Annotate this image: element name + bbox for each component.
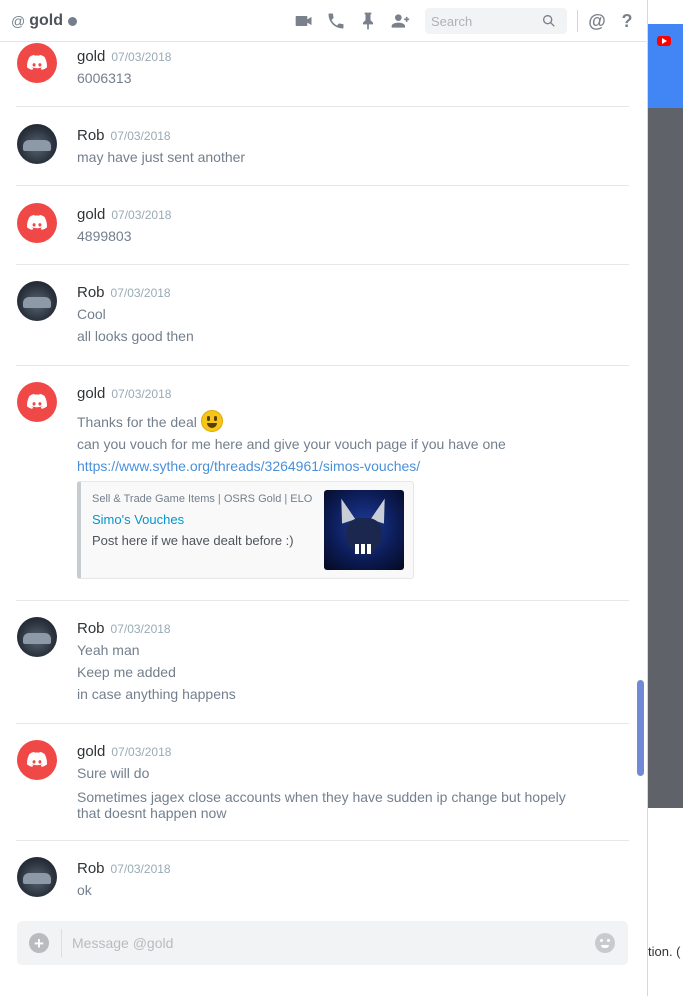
message-text: 4899803 xyxy=(77,228,132,244)
message-link-line: https://www.sythe.org/threads/3264961/si… xyxy=(77,458,420,474)
message-group: Rob 07/03/2018 ok xyxy=(16,841,629,900)
message-text: Cool xyxy=(77,306,106,322)
at-icon: @ xyxy=(11,12,26,29)
dm-panel: @ gold @ ? xyxy=(0,0,648,996)
message-text: may have just sent another xyxy=(77,149,246,165)
youtube-icon[interactable] xyxy=(657,36,671,46)
message-list: gold 07/03/2018 6006313 Rob 07/03/2018 may… xyxy=(0,43,635,900)
emoji-picker-icon[interactable] xyxy=(595,933,615,953)
message-group: Rob 07/03/2018 may have just sent another xyxy=(16,107,629,186)
search-icon[interactable] xyxy=(541,13,557,29)
timestamp: 07/03/2018 xyxy=(111,745,172,759)
timestamp: 07/03/2018 xyxy=(110,286,171,300)
link-embed: Sell & Trade Game Items | OSRS Gold | EL… xyxy=(77,481,414,579)
message-text: Thanks for the deal xyxy=(77,414,197,430)
message-text: ok xyxy=(77,882,92,898)
timestamp: 07/03/2018 xyxy=(111,50,172,64)
channel-name: gold xyxy=(29,11,63,29)
author-name[interactable]: gold xyxy=(77,743,105,760)
avatar[interactable] xyxy=(17,857,57,897)
message-group: gold 07/03/2018 6006313 xyxy=(16,43,629,107)
message-text: Sometimes jagex close accounts when they… xyxy=(77,789,566,821)
author-name[interactable]: Rob xyxy=(77,127,105,144)
avatar[interactable] xyxy=(17,281,57,321)
embed-title[interactable]: Simo's Vouches xyxy=(92,512,184,527)
embed-thumbnail[interactable] xyxy=(324,490,404,570)
discord-logo-icon xyxy=(27,54,47,70)
timestamp: 07/03/2018 xyxy=(110,129,171,143)
search-input[interactable] xyxy=(431,13,541,29)
avatar[interactable] xyxy=(17,617,57,657)
composer-divider xyxy=(61,929,62,957)
message-group: gold 07/03/2018 Sure will do Sometimes ja… xyxy=(16,724,629,841)
author-name[interactable]: gold xyxy=(77,206,105,223)
discord-logo-icon xyxy=(27,751,47,767)
channel-header: @ gold @ ? xyxy=(0,0,648,42)
timestamp: 07/03/2018 xyxy=(111,387,172,401)
message-text: in case anything happens xyxy=(77,686,236,702)
avatar[interactable] xyxy=(17,124,57,164)
smiley-emoji-icon xyxy=(200,410,223,432)
avatar[interactable] xyxy=(17,203,57,243)
scrollbar-thumb[interactable] xyxy=(637,680,644,776)
message-text: 6006313 xyxy=(77,70,132,86)
author-name[interactable]: Rob xyxy=(77,284,105,301)
pin-icon[interactable] xyxy=(357,10,379,32)
avatar[interactable] xyxy=(17,740,57,780)
message-text: Keep me added xyxy=(77,664,176,680)
embed-provider[interactable]: Sell & Trade Game Items | OSRS Gold | EL… xyxy=(92,493,312,505)
discord-logo-icon xyxy=(27,214,47,230)
message-link[interactable]: https://www.sythe.org/threads/3264961/si… xyxy=(77,458,420,474)
timestamp: 07/03/2018 xyxy=(110,622,171,636)
upload-plus-icon[interactable]: + xyxy=(29,933,49,953)
message-text: Sure will do xyxy=(77,765,150,781)
message-group: gold 07/03/2018 4899803 xyxy=(16,186,629,265)
message-line: Thanks for the deal xyxy=(77,410,223,432)
status-indicator xyxy=(67,16,77,26)
embed-description: Post here if we have dealt before :) xyxy=(92,533,294,548)
help-icon[interactable]: ? xyxy=(618,11,636,32)
message-text: can you vouch for me here and give your … xyxy=(77,436,506,452)
message-text: all looks good then xyxy=(77,328,194,344)
timestamp: 07/03/2018 xyxy=(111,208,172,222)
mentions-icon[interactable]: @ xyxy=(588,11,606,32)
timestamp: 07/03/2018 xyxy=(110,862,171,876)
message-group: Rob 07/03/2018 Yeah man Keep me added in … xyxy=(16,601,629,724)
author-name[interactable]: gold xyxy=(77,385,105,402)
message-text: Yeah man xyxy=(77,642,140,658)
background-window: tion. ( xyxy=(648,0,683,996)
voice-call-icon[interactable] xyxy=(325,10,347,32)
message-group: Rob 07/03/2018 Cool all looks good then xyxy=(16,265,629,366)
author-name[interactable]: gold xyxy=(77,48,105,65)
add-friend-icon[interactable] xyxy=(389,10,411,32)
author-name[interactable]: Rob xyxy=(77,620,105,637)
message-input[interactable] xyxy=(72,935,572,951)
message-group: gold 07/03/2018 Thanks for the deal can y… xyxy=(16,366,629,601)
header-divider xyxy=(577,10,578,32)
video-call-icon[interactable] xyxy=(293,10,315,32)
avatar[interactable] xyxy=(17,382,57,422)
avatar[interactable] xyxy=(17,43,57,83)
background-text: tion. ( xyxy=(648,944,681,959)
search-box[interactable] xyxy=(425,8,567,34)
discord-logo-icon xyxy=(27,393,47,409)
author-name[interactable]: Rob xyxy=(77,860,105,877)
background-page xyxy=(648,108,683,808)
message-composer: + xyxy=(17,921,628,965)
header-toolbar: @ ? xyxy=(293,0,648,42)
